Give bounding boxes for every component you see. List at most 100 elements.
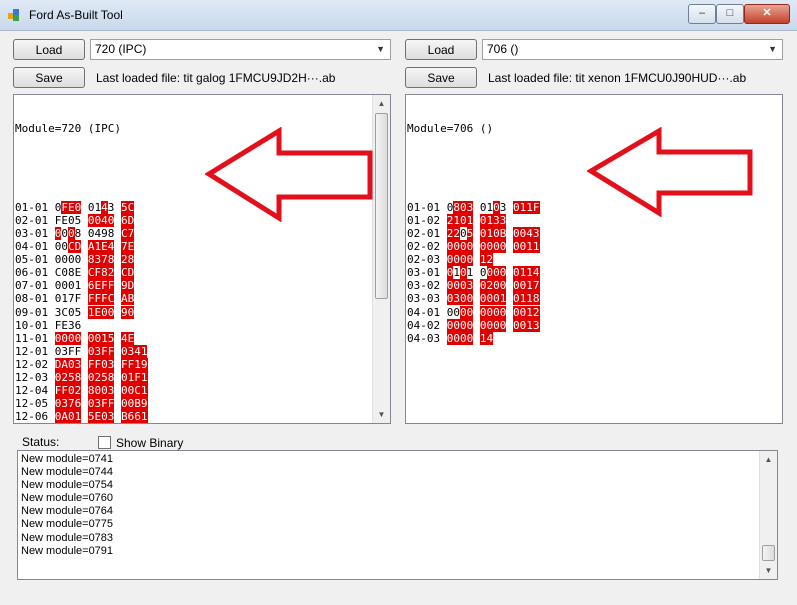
left-asbuilt-line: 11-01 0000 0015 4E [15, 331, 148, 345]
changed-value-highlight: CF82 [87, 266, 115, 280]
left-module-select-value: 720 (IPC) [95, 42, 147, 56]
window-title: Ford As-Built Tool [29, 8, 123, 22]
changed-value-highlight: 4 [101, 200, 108, 214]
changed-value-highlight: FF02 [54, 384, 82, 398]
line-segment [473, 306, 480, 319]
line-segment: 12-07 [15, 423, 55, 424]
changed-value-highlight: 4E [121, 331, 135, 345]
right-save-button[interactable]: Save [405, 67, 477, 88]
left-load-button[interactable]: Load [13, 39, 85, 60]
left-last-loaded: Last loaded file: tit galog 1FMCU9JD2H··… [96, 71, 336, 85]
changed-value-highlight: FFFC [87, 292, 115, 306]
line-segment [473, 227, 480, 240]
left-module-select[interactable]: 720 (IPC) ▼ [90, 39, 391, 60]
line-segment: 1 [453, 266, 460, 280]
changed-value-highlight: 0001 [479, 292, 507, 306]
left-asbuilt-line: 01-01 0FE0 0143 5C [15, 200, 148, 214]
changed-value-highlight: A1E4 [87, 240, 115, 254]
left-asbuilt-line: 04-01 00CD A1E4 7E [15, 240, 148, 254]
line-segment [114, 292, 121, 305]
maximize-button[interactable]: □ [716, 4, 744, 24]
changed-value-highlight: FE0 [61, 200, 82, 214]
changed-value-highlight: 0000 [446, 331, 474, 345]
changed-value-highlight: C7 [121, 226, 135, 240]
line-segment: 12-06 [15, 410, 55, 424]
line-segment [473, 332, 480, 345]
scroll-down-icon[interactable]: ▼ [373, 406, 390, 423]
changed-value-highlight: AB [120, 292, 135, 306]
show-binary-checkbox[interactable] [98, 436, 111, 449]
changed-value-highlight: 03FF [87, 397, 115, 411]
changed-value-highlight: 0013 [513, 318, 540, 332]
changed-value-highlight: 0118 [513, 292, 540, 306]
line-segment: 08-01 017F [15, 292, 88, 306]
left-asbuilt-line: 07-01 0001 6EFF 9D [15, 279, 148, 293]
changed-value-highlight: 9D [120, 279, 135, 293]
status-log-line: New module=0760 [21, 492, 114, 505]
right-last-loaded: Last loaded file: tit xenon 1FMCU0J90HUD… [488, 71, 747, 85]
changed-value-highlight: FF03 [87, 357, 115, 371]
left-asbuilt-line: 03-01 0008 0498 C7 [15, 226, 148, 240]
changed-value-highlight: 0043 [513, 226, 540, 240]
status-log[interactable]: New module=0741 New module=0744 New module… [17, 450, 778, 580]
changed-value-highlight: 03FF [87, 344, 115, 358]
changed-value-highlight: 0000 [479, 305, 507, 319]
line-segment [114, 410, 121, 423]
line-segment [506, 279, 513, 292]
status-label: Status: [22, 435, 60, 449]
right-editor-content: Module=706 () ​ 01-01 0803 0103 011F01-0… [407, 96, 540, 371]
right-module-select-value: 706 () [487, 42, 519, 56]
line-segment [114, 214, 121, 227]
line-segment [473, 279, 480, 292]
changed-value-highlight: 14 [479, 331, 494, 345]
right-asbuilt-line: 04-02 0000 0000 0013 [407, 318, 540, 332]
changed-value-highlight: 0 [493, 200, 500, 214]
line-segment: 03-03 [407, 292, 447, 306]
left-line-list: 01-01 0FE0 0143 5C 02-01 FE05 0040 6D 03-0… [15, 200, 148, 424]
line-segment: 01 [479, 200, 494, 214]
changed-value-highlight: 0015 [87, 331, 115, 345]
changed-value-highlight: 0011 [513, 240, 540, 254]
changed-value-highlight: 2101 [446, 213, 474, 227]
close-button[interactable]: ✕ [744, 4, 790, 24]
line-segment: 01-01 [15, 200, 55, 214]
line-segment: 03-02 [407, 279, 447, 293]
show-binary-label[interactable]: Show Binary [116, 436, 183, 450]
title-bar: Ford As-Built Tool – □ ✕ [0, 0, 797, 31]
changed-value-highlight: 8003 [87, 384, 115, 398]
status-scrollbar[interactable]: ▲ ▼ [759, 451, 777, 579]
line-segment [114, 371, 121, 384]
line-segment [114, 266, 121, 279]
changed-value-highlight: 0017 [513, 279, 540, 293]
right-asbuilt-line: 02-02 0000 0000 0011 [407, 240, 540, 254]
right-asbuilt-line: 03-03 0300 0001 0118 [407, 292, 540, 306]
changed-value-highlight: 0040 [87, 213, 115, 227]
left-save-button[interactable]: Save [13, 67, 85, 88]
left-asbuilt-line: 12-03 0258 0258 01F1 [15, 370, 148, 384]
line-segment: 11-01 [15, 331, 55, 345]
scroll-down-icon[interactable]: ▼ [760, 562, 777, 579]
changed-value-highlight: 0 [68, 226, 75, 240]
changed-value-highlight: 000 [486, 266, 507, 280]
line-segment [114, 253, 121, 266]
line-segment [473, 240, 480, 253]
scroll-up-icon[interactable]: ▲ [760, 451, 777, 468]
left-scroll-thumb[interactable] [375, 113, 388, 299]
changed-value-highlight: 0000 [479, 240, 507, 254]
changed-value-highlight: 0300 [446, 292, 474, 306]
scroll-up-icon[interactable]: ▲ [373, 95, 390, 112]
right-asbuilt-line: 03-02 0003 0200 0017 [407, 279, 540, 293]
left-editor-content: Module=720 (IPC) ​ 01-01 0FE0 0143 5C02-… [15, 96, 148, 424]
right-module-select[interactable]: 706 () ▼ [482, 39, 783, 60]
line-segment [473, 214, 480, 227]
minimize-button[interactable]: – [688, 4, 716, 24]
changed-value-highlight: 0003 [446, 279, 474, 293]
changed-value-highlight: 6D [120, 213, 135, 227]
left-asbuilt-line: 10-01 FE36 [15, 319, 148, 332]
left-asbuilt-line: 02-01 FE05 0040 6D [15, 213, 148, 227]
right-load-button[interactable]: Load [405, 39, 477, 60]
line-segment [473, 292, 480, 305]
status-scroll-thumb[interactable] [762, 545, 775, 561]
changed-value-highlight: B661 [121, 410, 148, 424]
right-asbuilt-line: 02-01 2205 010B 0043 [407, 226, 540, 240]
